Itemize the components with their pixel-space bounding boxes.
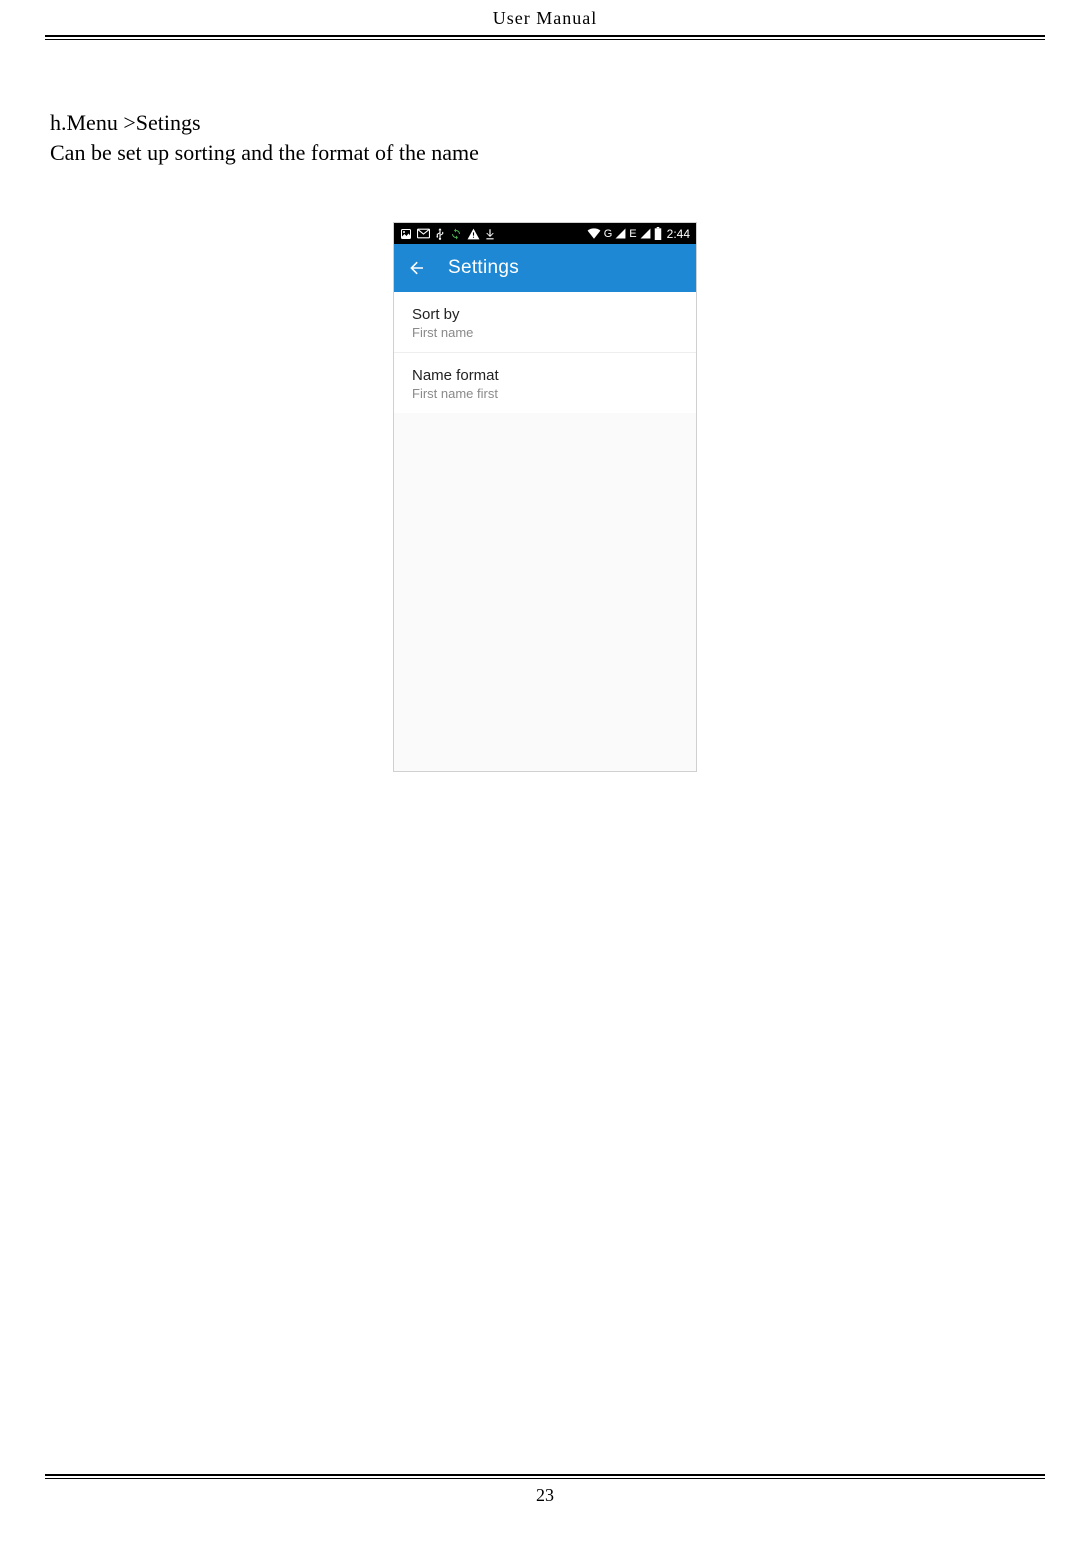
page-header: User Manual [0, 0, 1090, 29]
phone-screenshot: G E 2:44 Settings Sort b [393, 222, 697, 772]
status-bar: G E 2:44 [394, 223, 696, 244]
back-arrow-icon[interactable] [408, 259, 426, 277]
mail-icon [417, 228, 430, 239]
usb-icon [435, 227, 445, 240]
item-title: Sort by [412, 306, 678, 323]
wifi-icon [587, 228, 601, 239]
signal-icon-2 [640, 228, 651, 239]
page-content: h.Menu >Setings Can be set up sorting an… [0, 40, 1090, 772]
app-bar: Settings [394, 244, 696, 292]
phone-blank-area [394, 413, 696, 771]
status-time: 2:44 [667, 227, 690, 241]
section-heading: h.Menu >Setings [50, 110, 1040, 136]
warning-icon [467, 228, 480, 240]
settings-item-name-format[interactable]: Name format First name first [394, 353, 696, 413]
status-bar-left [400, 227, 495, 240]
download-icon [485, 228, 495, 240]
settings-item-sort-by[interactable]: Sort by First name [394, 292, 696, 353]
section-description: Can be set up sorting and the format of … [50, 140, 1040, 166]
item-subtitle: First name [412, 325, 678, 340]
item-subtitle: First name first [412, 386, 678, 401]
footer-rule-thin [45, 1478, 1045, 1479]
signal-icon-1 [615, 228, 626, 239]
image-icon [400, 228, 412, 240]
settings-list: Sort by First name Name format First nam… [394, 292, 696, 413]
sync-icon [450, 228, 462, 240]
header-title: User Manual [493, 8, 597, 28]
network-label-g: G [604, 228, 613, 240]
app-bar-title: Settings [448, 257, 519, 279]
network-label-e: E [629, 228, 636, 240]
footer-rule-thick [45, 1474, 1045, 1476]
status-bar-right: G E 2:44 [587, 227, 690, 241]
page-footer: 23 [0, 1474, 1090, 1506]
header-rule-thick [45, 35, 1045, 37]
page-number: 23 [0, 1485, 1090, 1506]
battery-icon [654, 227, 662, 240]
item-title: Name format [412, 367, 678, 384]
